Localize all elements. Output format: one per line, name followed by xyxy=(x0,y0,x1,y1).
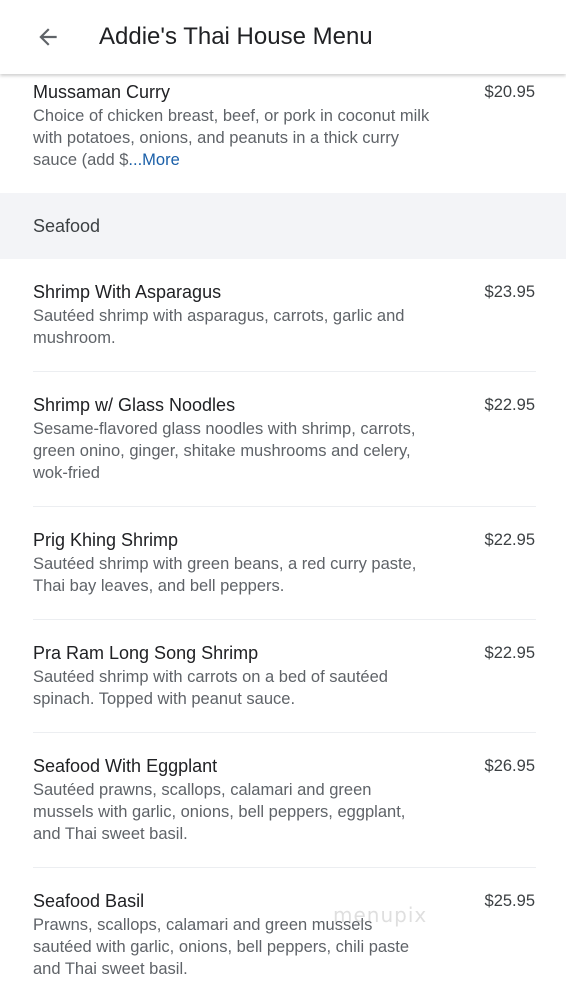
item-description-line: wok-fried xyxy=(33,464,100,482)
item-price: $23.95 xyxy=(484,283,535,301)
item-description: Sautéed shrimp with green beans, a red c… xyxy=(33,553,473,597)
item-description: Choice of chicken breast, beef, or pork … xyxy=(33,105,473,171)
menu-list[interactable]: Mussaman Curry Choice of chicken breast,… xyxy=(0,74,566,1000)
more-link[interactable]: ...More xyxy=(128,151,179,169)
watermark: menupix xyxy=(333,903,428,927)
item-description-line: sauce (add $...More xyxy=(33,149,473,171)
menu-item[interactable]: Prig Khing Shrimp Sautéed shrimp with gr… xyxy=(0,528,566,597)
item-name: Seafood Basil xyxy=(33,891,145,911)
item-description-line: Sautéed prawns, scallops, calamari and g… xyxy=(33,781,372,799)
page-title: Addie's Thai House Menu xyxy=(99,23,373,50)
item-description-line: mushroom. xyxy=(33,329,116,347)
item-description-line: green onino, ginger, shitake mushrooms a… xyxy=(33,442,411,460)
item-description-line: and Thai sweet basil. xyxy=(33,960,188,978)
item-description-line: Sesame-flavored glass noodles with shrim… xyxy=(33,420,416,438)
item-price: $20.95 xyxy=(484,83,535,101)
menu-item[interactable]: Pra Ram Long Song Shrimp Sautéed shrimp … xyxy=(0,641,566,710)
item-description: Sautéed prawns, scallops, calamari and g… xyxy=(33,779,473,845)
arrow-left-icon xyxy=(39,28,57,46)
divider xyxy=(33,506,536,507)
item-description: Sesame-flavored glass noodles with shrim… xyxy=(33,418,473,484)
item-description-line: Sautéed shrimp with green beans, a red c… xyxy=(33,555,417,573)
item-price: $22.95 xyxy=(484,531,535,549)
item-name: Prig Khing Shrimp xyxy=(33,530,179,550)
item-name: Shrimp With Asparagus xyxy=(33,282,222,302)
item-description-line: Sautéed shrimp with carrots on a bed of … xyxy=(33,668,388,686)
menu-item[interactable]: Shrimp w/ Glass Noodles Sesame-flavored … xyxy=(0,393,566,484)
section-title: Seafood xyxy=(33,216,101,236)
item-description-line: sautéed with garlic, onions, bell pepper… xyxy=(33,938,410,956)
menu-item[interactable]: Shrimp With Asparagus Sautéed shrimp wit… xyxy=(0,280,566,349)
menu-item[interactable]: Seafood Basil Prawns, scallops, calamari… xyxy=(0,889,566,980)
item-description-line: mussels with garlic, onions, bell pepper… xyxy=(33,803,406,821)
item-price: $25.95 xyxy=(484,892,535,910)
item-name: Mussaman Curry xyxy=(33,82,171,102)
divider xyxy=(33,867,536,868)
item-description-line: with potatoes, onions, and peanuts in a … xyxy=(33,129,399,147)
item-price: $22.95 xyxy=(484,396,535,414)
item-description-line: Choice of chicken breast, beef, or pork … xyxy=(33,107,430,125)
item-description-line: Sautéed shrimp with asparagus, carrots, … xyxy=(33,307,405,325)
section-header-seafood: Seafood xyxy=(0,193,566,259)
divider xyxy=(33,371,536,372)
item-description-text: sauce (add $ xyxy=(33,151,129,169)
item-description-line: spinach. Topped with peanut sauce. xyxy=(33,690,296,708)
item-description-line: Thai bay leaves, and bell peppers. xyxy=(33,577,285,595)
divider xyxy=(33,732,536,733)
item-name: Pra Ram Long Song Shrimp xyxy=(33,643,259,663)
item-price: $22.95 xyxy=(484,644,535,662)
divider xyxy=(33,619,536,620)
item-description-line: and Thai sweet basil. xyxy=(33,825,188,843)
back-button[interactable] xyxy=(26,17,70,57)
item-description: Sautéed shrimp with carrots on a bed of … xyxy=(33,666,473,710)
app-header: Addie's Thai House Menu xyxy=(0,0,566,74)
menu-item[interactable]: Seafood With Eggplant Sautéed prawns, sc… xyxy=(0,754,566,845)
item-price: $26.95 xyxy=(484,757,535,775)
menu-item-mussaman-curry[interactable]: Mussaman Curry Choice of chicken breast,… xyxy=(0,80,566,171)
item-name: Seafood With Eggplant xyxy=(33,756,218,776)
item-name: Shrimp w/ Glass Noodles xyxy=(33,395,236,415)
item-description: Sautéed shrimp with asparagus, carrots, … xyxy=(33,305,473,349)
